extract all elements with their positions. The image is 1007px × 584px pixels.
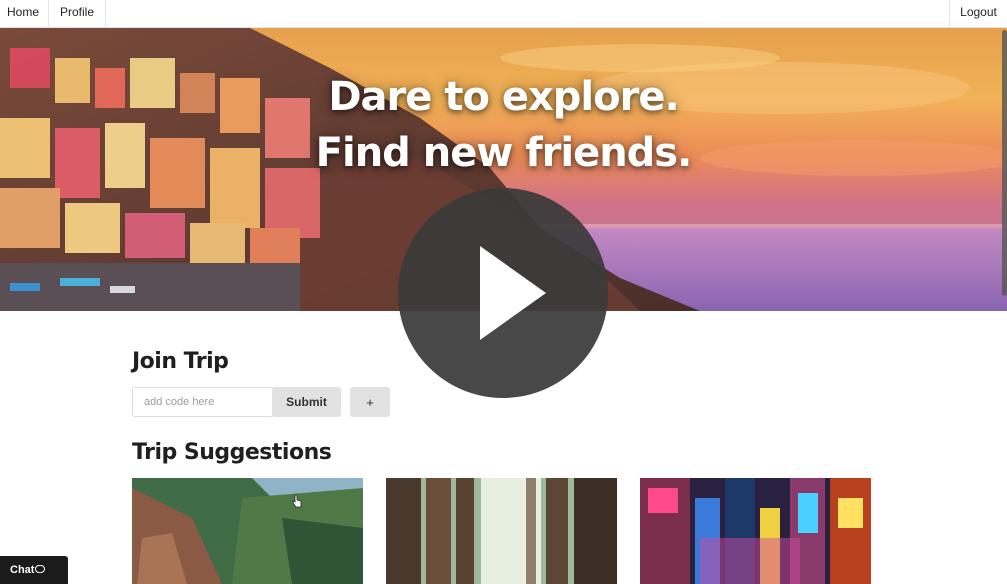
- video-play-button[interactable]: [398, 188, 608, 398]
- chat-tab[interactable]: Chat: [0, 556, 68, 584]
- nav-logout-link[interactable]: Logout: [949, 0, 1007, 28]
- submit-button[interactable]: Submit: [272, 387, 341, 417]
- trip-code-input[interactable]: [132, 387, 274, 417]
- nav-profile-link[interactable]: Profile: [49, 0, 106, 28]
- coastal-cliffs-image: [132, 478, 363, 584]
- trip-suggestions-heading: Trip Suggestions: [132, 440, 332, 465]
- hero-headline-line-1: Dare to explore.: [328, 74, 679, 120]
- chat-label: Chat: [10, 564, 35, 576]
- nav-home-link[interactable]: Home: [0, 0, 49, 28]
- hero-headline-line-2: Find new friends.: [315, 130, 693, 176]
- neon-city-street-image: [640, 478, 871, 584]
- redwood-forest-image: [386, 478, 617, 584]
- add-trip-button[interactable]: +: [350, 387, 390, 417]
- page-scrollbar[interactable]: [1002, 30, 1007, 296]
- chat-bubble-icon: [35, 565, 46, 574]
- suggestion-card-neon-city[interactable]: [640, 478, 871, 584]
- top-nav: Home Profile Logout: [0, 0, 1007, 28]
- hand-cursor-icon: [292, 494, 302, 508]
- suggestion-card-coastal-cliffs[interactable]: [132, 478, 363, 584]
- suggestion-card-redwood-forest[interactable]: [386, 478, 617, 584]
- join-trip-heading: Join Trip: [132, 349, 229, 374]
- play-icon: [480, 246, 546, 340]
